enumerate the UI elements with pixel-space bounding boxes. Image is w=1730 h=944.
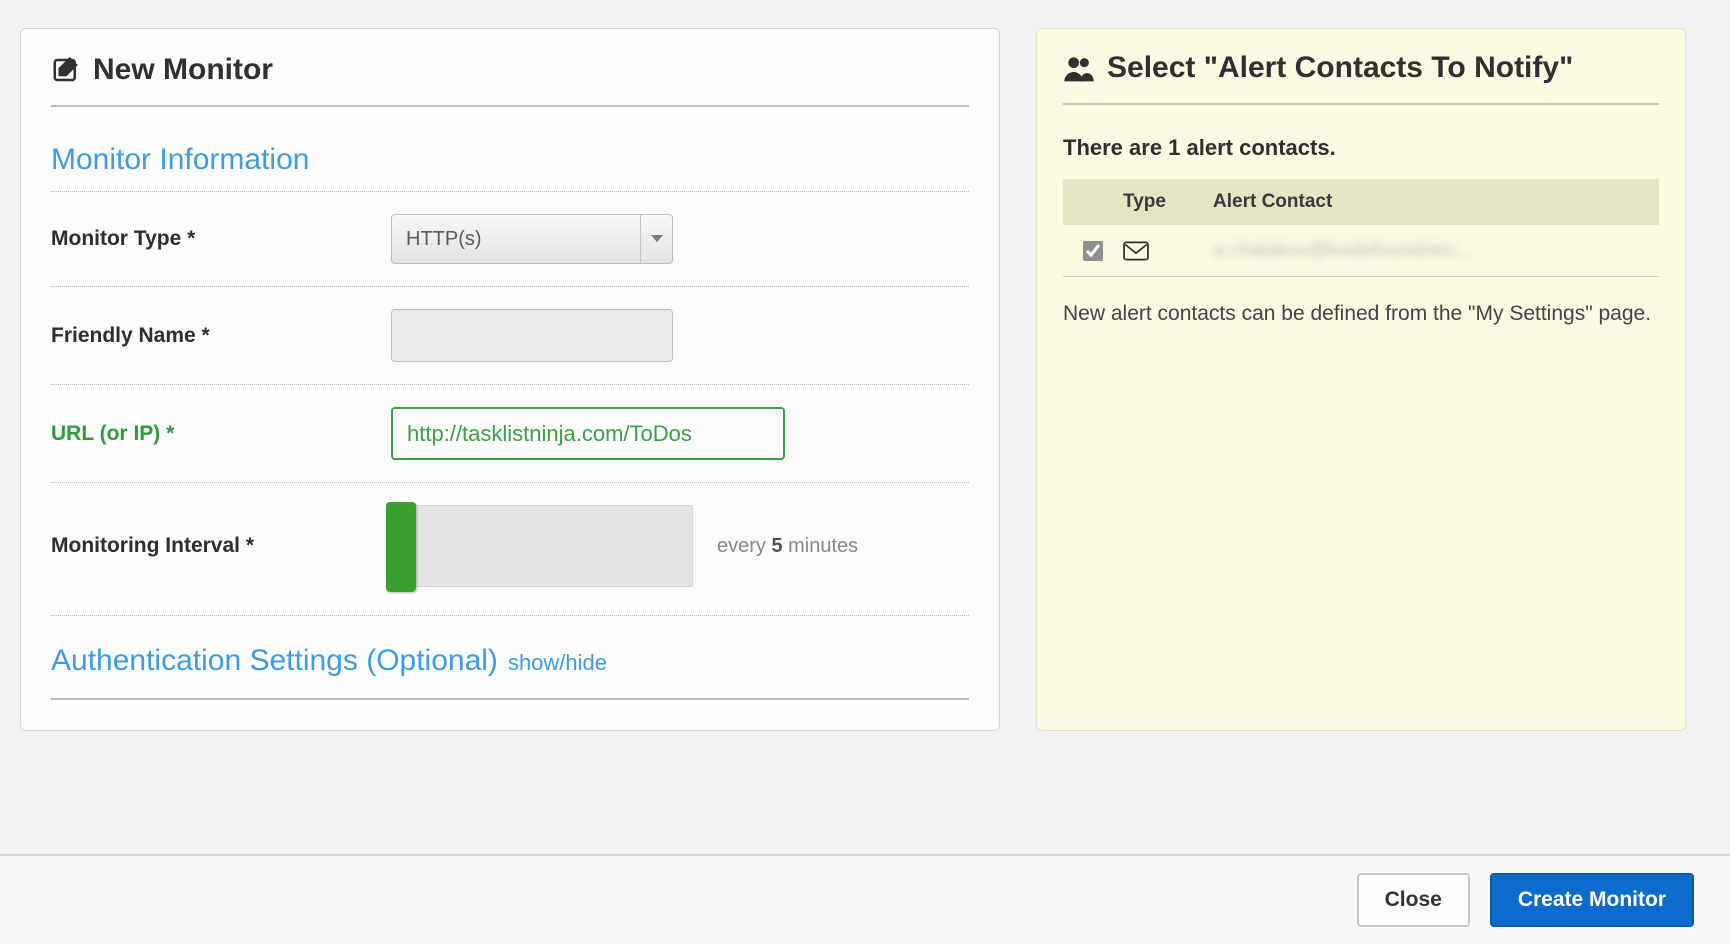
contact-address: a.chalakov@kodefoundries... (1213, 239, 1659, 262)
alert-panel-header: Select "Alert Contacts To Notify" (1063, 51, 1659, 105)
panel-header: New Monitor (51, 53, 969, 107)
users-icon (1063, 53, 1095, 83)
auth-settings-title: Authentication Settings (Optional) (51, 644, 498, 678)
row-interval: Monitoring Interval * every 5 minutes (51, 482, 969, 616)
interval-caption-prefix: every (717, 535, 771, 557)
col-check-header (1063, 191, 1123, 213)
edit-icon (51, 55, 81, 85)
row-url: URL (or IP) * (51, 384, 969, 482)
row-monitor-type: Monitor Type * HTTP(s) (51, 191, 969, 286)
alert-count-text: There are 1 alert contacts. (1063, 135, 1659, 161)
url-input[interactable] (391, 407, 785, 460)
create-monitor-button[interactable]: Create Monitor (1490, 873, 1694, 927)
alert-panel-title: Select "Alert Contacts To Notify" (1107, 51, 1573, 85)
table-header: Type Alert Contact (1063, 179, 1659, 225)
auth-settings-row: Authentication Settings (Optional) show/… (51, 644, 969, 700)
monitor-type-label: Monitor Type * (51, 227, 391, 251)
alert-contacts-panel: Select "Alert Contacts To Notify" There … (1036, 28, 1686, 731)
interval-slider[interactable] (391, 505, 693, 587)
showhide-link[interactable]: show/hide (508, 650, 607, 676)
footer-bar: Close Create Monitor (0, 854, 1730, 944)
new-monitor-panel: New Monitor Monitor Information Monitor … (20, 28, 1000, 731)
email-icon (1123, 241, 1213, 261)
contact-table: Type Alert Contact a.chalakov@kodefoundr… (1063, 179, 1659, 277)
col-type-header: Type (1123, 191, 1213, 213)
interval-caption: every 5 minutes (717, 535, 858, 558)
interval-slider-wrap: every 5 minutes (391, 505, 858, 587)
row-friendly-name: Friendly Name * (51, 286, 969, 384)
alert-hint-text: New alert contacts can be defined from t… (1063, 297, 1659, 331)
close-button[interactable]: Close (1357, 873, 1470, 927)
interval-label: Monitoring Interval * (51, 534, 391, 558)
friendly-name-label: Friendly Name * (51, 324, 391, 348)
monitor-type-select[interactable]: HTTP(s) (391, 214, 673, 264)
section-title: Monitor Information (51, 143, 969, 191)
contact-checkbox[interactable] (1083, 241, 1103, 261)
interval-value: 5 (771, 535, 782, 557)
col-contact-header: Alert Contact (1213, 191, 1659, 213)
interval-slider-handle[interactable] (386, 502, 416, 592)
interval-caption-suffix: minutes (783, 535, 859, 557)
url-label: URL (or IP) * (51, 422, 391, 446)
table-row: a.chalakov@kodefoundries... (1063, 225, 1659, 277)
contact-type-cell (1123, 241, 1213, 261)
panel-title: New Monitor (93, 53, 273, 87)
monitor-type-select-wrap: HTTP(s) (391, 214, 673, 264)
friendly-name-input[interactable] (391, 309, 673, 362)
